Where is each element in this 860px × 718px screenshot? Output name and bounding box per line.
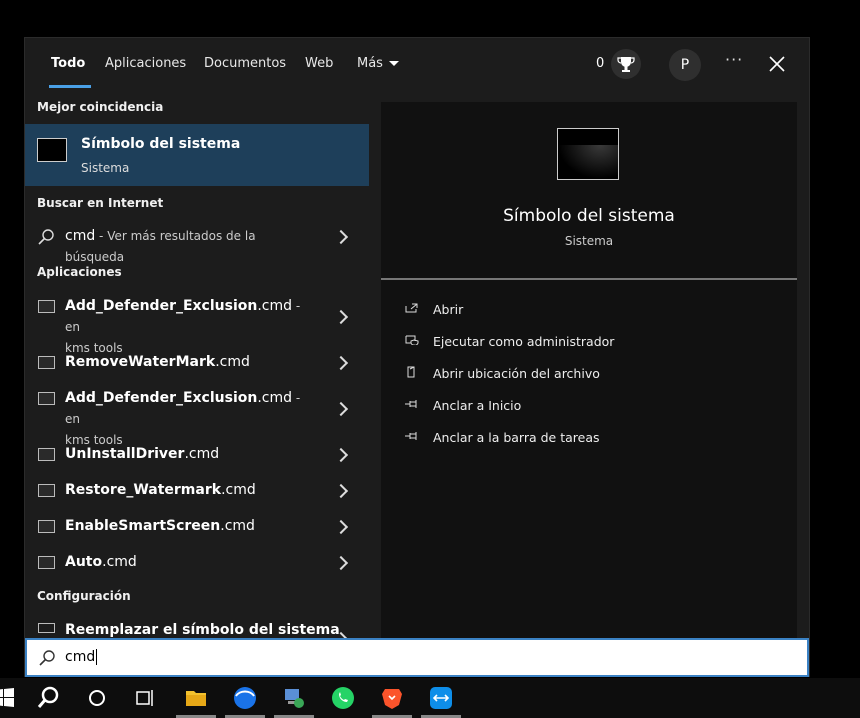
chevron-right-icon: [333, 229, 349, 245]
divider: [381, 278, 797, 280]
list-item[interactable]: UnInstallDriver.cmd: [25, 444, 369, 466]
action-pin-taskbar[interactable]: Anclar a la barra de tareas: [433, 430, 600, 445]
pin-icon: [405, 432, 417, 440]
app-ext: .cmd: [220, 518, 255, 534]
chevron-down-icon: [388, 61, 399, 66]
chevron-right-icon: [333, 355, 349, 371]
chrome-icon[interactable]: [233, 686, 257, 710]
whatsapp-icon[interactable]: [331, 686, 355, 710]
list-item[interactable]: RemoveWaterMark.cmd: [25, 352, 369, 374]
tab-more-label: Más: [357, 56, 383, 71]
script-file-icon: [38, 356, 55, 369]
rewards-points: 0: [596, 56, 605, 71]
network-icon[interactable]: [282, 686, 306, 710]
search-icon: [38, 229, 54, 245]
settings-label: Reemplazar el símbolo del sistema: [65, 622, 340, 638]
shield-icon: [405, 335, 419, 345]
app-ext: .cmd: [221, 482, 256, 498]
chevron-right-icon: [333, 447, 349, 463]
search-box[interactable]: cmd: [25, 638, 809, 677]
section-settings: Configuración: [37, 589, 131, 603]
brave-icon[interactable]: [380, 686, 404, 710]
chevron-right-icon: [333, 555, 349, 571]
text-cursor: [96, 649, 98, 665]
chevron-right-icon: [333, 519, 349, 535]
search-input[interactable]: cmd: [65, 649, 98, 665]
list-item[interactable]: EnableSmartScreen.cmd: [25, 516, 369, 538]
app-name: RemoveWaterMark: [65, 354, 216, 370]
file-location-icon: [407, 366, 415, 378]
script-file-icon: [38, 392, 55, 405]
script-file-icon: [38, 300, 55, 313]
app-ext: .cmd: [257, 298, 293, 314]
tab-web[interactable]: Web: [305, 56, 333, 71]
tab-all[interactable]: Todo: [51, 56, 85, 71]
best-match-title: Símbolo del sistema: [81, 136, 241, 152]
web-search-query: cmd: [65, 228, 96, 244]
chevron-right-icon: [333, 309, 349, 325]
app-name: Add_Defender_Exclusion: [65, 298, 258, 314]
settings-icon: [38, 623, 55, 633]
section-best-match: Mejor coincidencia: [37, 100, 164, 114]
close-button[interactable]: [766, 53, 788, 75]
app-name: Add_Defender_Exclusion: [65, 390, 258, 406]
tab-more[interactable]: Más: [357, 56, 399, 71]
task-view-icon[interactable]: [133, 686, 157, 710]
preview-subtitle: Sistema: [564, 234, 614, 248]
tab-documents[interactable]: Documentos: [204, 56, 286, 71]
open-icon: [405, 303, 418, 313]
chevron-right-icon: [333, 483, 349, 499]
file-explorer-icon[interactable]: [184, 686, 208, 710]
script-file-icon: [38, 448, 55, 461]
more-options-button[interactable]: ···: [725, 50, 743, 69]
app-ext: .cmd: [257, 390, 293, 406]
list-item[interactable]: Add_Defender_Exclusion.cmd - en kms tools: [25, 296, 369, 355]
section-web-search: Buscar en Internet: [37, 196, 164, 210]
action-pin-start[interactable]: Anclar a Inicio: [433, 398, 521, 413]
app-ext: .cmd: [102, 554, 137, 570]
cortana-icon[interactable]: [85, 686, 109, 710]
section-apps: Aplicaciones: [37, 265, 122, 279]
app-ext: .cmd: [215, 354, 250, 370]
search-icon[interactable]: [36, 686, 60, 710]
best-match-subtitle: Sistema: [81, 161, 130, 175]
list-item[interactable]: Restore_Watermark.cmd: [25, 480, 369, 502]
app-name: EnableSmartScreen: [65, 518, 221, 534]
avatar[interactable]: P: [669, 49, 701, 81]
terminal-icon: [557, 128, 619, 180]
preview-pane: Símbolo del sistema Sistema Abrir Ejecut…: [381, 102, 797, 675]
web-search-item[interactable]: cmd - Ver más resultados de la búsqueda: [25, 224, 369, 264]
windows-icon[interactable]: [0, 686, 16, 710]
app-ext: .cmd: [184, 446, 220, 462]
script-file-icon: [38, 520, 55, 533]
app-name: Auto: [65, 554, 103, 570]
app-name: Restore_Watermark: [65, 482, 222, 498]
action-run-as-admin[interactable]: Ejecutar como administrador: [433, 334, 614, 349]
app-name: UnInstallDriver: [65, 446, 185, 462]
search-flyout: Todo Aplicaciones Documentos Web Más 0 P…: [24, 37, 810, 677]
chevron-right-icon: [333, 401, 349, 417]
script-file-icon: [38, 556, 55, 569]
rewards-button[interactable]: [611, 49, 641, 79]
preview-title: Símbolo del sistema: [503, 206, 675, 226]
list-item[interactable]: Auto.cmd: [25, 552, 369, 574]
teamviewer-icon[interactable]: [429, 686, 453, 710]
trophy-icon: [617, 57, 635, 72]
script-file-icon: [38, 484, 55, 497]
close-icon: [769, 56, 785, 72]
settings-item[interactable]: Reemplazar el símbolo del sistema: [25, 620, 369, 638]
list-item[interactable]: Add_Defender_Exclusion.cmd - en kms tools: [25, 388, 369, 447]
action-open[interactable]: Abrir: [433, 302, 463, 317]
action-open-location[interactable]: Abrir ubicación del archivo: [433, 366, 600, 381]
search-value: cmd: [65, 649, 96, 665]
best-match-item[interactable]: Símbolo del sistema Sistema: [25, 124, 369, 186]
taskbar: [0, 678, 860, 718]
tab-active-indicator: [49, 85, 91, 88]
tab-apps[interactable]: Aplicaciones: [105, 56, 186, 71]
pin-icon: [405, 400, 417, 408]
terminal-icon: [37, 138, 67, 162]
search-icon: [39, 650, 55, 666]
